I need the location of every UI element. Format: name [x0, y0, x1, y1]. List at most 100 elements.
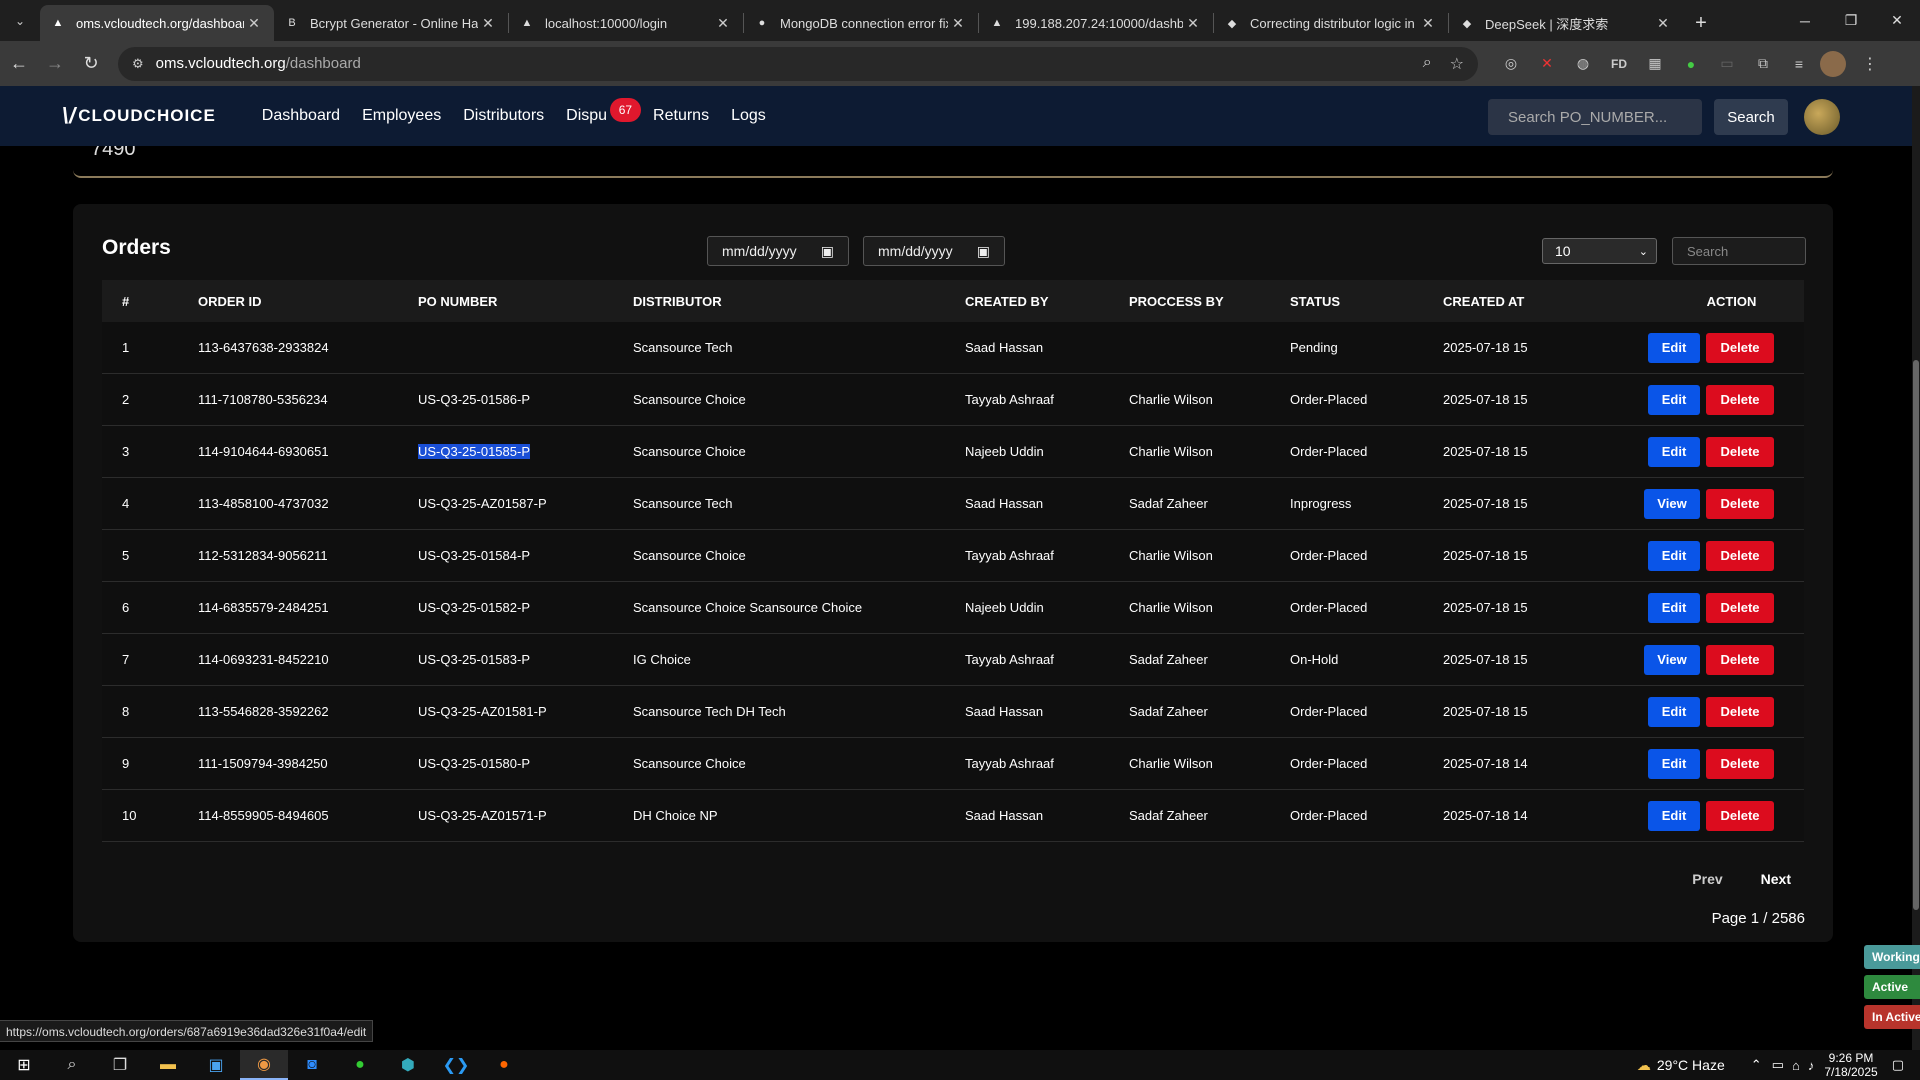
scrollbar-thumb[interactable]	[1913, 360, 1919, 910]
restore-icon[interactable]: ❐	[1828, 0, 1874, 41]
delete-button[interactable]: Delete	[1706, 592, 1774, 623]
nav-returns[interactable]: Returns	[653, 107, 709, 125]
browser-tab[interactable]: ◆ DeepSeek | 深度求索 ✕	[1449, 5, 1683, 41]
browser-tab[interactable]: ● MongoDB connection error fix ✕	[744, 5, 978, 41]
network-icon[interactable]: ⌂	[1792, 1058, 1800, 1073]
nav-employees[interactable]: Employees	[362, 107, 441, 125]
zoom-app-icon[interactable]: ◙	[288, 1050, 336, 1080]
reload-icon[interactable]: ↻	[74, 47, 108, 81]
edit-button[interactable]: Edit	[1648, 592, 1700, 623]
notifications-icon[interactable]: ▢	[1892, 1057, 1904, 1073]
calendar-icon[interactable]: ▣	[977, 243, 990, 260]
browser-tab[interactable]: ▲ 199.188.207.24:10000/dashboard✕	[979, 5, 1213, 41]
extension-image-icon[interactable]: ▦	[1644, 53, 1666, 75]
po-search-input[interactable]	[1488, 99, 1702, 135]
volume-icon[interactable]: ♪	[1808, 1058, 1815, 1073]
chrome-icon[interactable]: ◉	[240, 1050, 288, 1080]
po-number-text[interactable]: US-Q3-25-01582-P	[418, 600, 530, 615]
delete-button[interactable]: Delete	[1706, 384, 1774, 415]
nav-disputes[interactable]: Dispu 67	[566, 98, 642, 125]
extension-x-icon[interactable]: ✕	[1536, 53, 1558, 75]
delete-button[interactable]: Delete	[1706, 332, 1774, 363]
edit-button[interactable]: Edit	[1648, 332, 1700, 363]
delete-button[interactable]: Delete	[1706, 800, 1774, 831]
weather-widget[interactable]: ☁ 29°C Haze	[1637, 1057, 1725, 1074]
close-window-icon[interactable]: ✕	[1874, 0, 1920, 41]
calendar-icon[interactable]: ▣	[821, 243, 834, 260]
edit-button[interactable]: Edit	[1648, 540, 1700, 571]
po-number-text[interactable]: US-Q3-25-01580-P	[418, 756, 530, 771]
po-number-text[interactable]: US-Q3-25-AZ01581-P	[418, 704, 547, 719]
tab-search-icon[interactable]: ⌄	[0, 0, 40, 41]
minimize-icon[interactable]: ─	[1782, 0, 1828, 41]
taskbar-search-icon[interactable]: ⌕	[48, 1050, 96, 1080]
task-view-icon[interactable]: ❐	[96, 1050, 144, 1080]
app-hex-icon[interactable]: ⬢	[384, 1050, 432, 1080]
bookmark-star-icon[interactable]: ☆	[1450, 54, 1464, 74]
site-info-icon[interactable]: ⚙	[132, 56, 144, 72]
battery-icon[interactable]: ▭	[1772, 1057, 1784, 1073]
view-button[interactable]: View	[1644, 488, 1700, 519]
next-page-button[interactable]: Next	[1746, 864, 1805, 894]
tab-close-icon[interactable]: ✕	[478, 15, 498, 32]
po-number-text[interactable]: US-Q3-25-01586-P	[418, 392, 530, 407]
po-number-text[interactable]: US-Q3-25-AZ01571-P	[418, 808, 547, 823]
status-legend-badge[interactable]: Working	[1864, 945, 1920, 969]
tab-close-icon[interactable]: ✕	[713, 15, 733, 32]
forward-icon[interactable]: →	[38, 47, 72, 81]
nav-logs[interactable]: Logs	[731, 107, 766, 125]
delete-button[interactable]: Delete	[1706, 748, 1774, 779]
po-number-text[interactable]: US-Q3-25-01584-P	[418, 548, 530, 563]
edit-button[interactable]: Edit	[1648, 800, 1700, 831]
browser-menu-icon[interactable]: ⋮	[1862, 54, 1878, 74]
extension-globe-icon[interactable]: ◍	[1572, 53, 1594, 75]
delete-button[interactable]: Delete	[1706, 436, 1774, 467]
tray-chevron-icon[interactable]: ⌃	[1751, 1057, 1762, 1073]
tab-close-icon[interactable]: ✕	[244, 15, 264, 32]
delete-button[interactable]: Delete	[1706, 644, 1774, 675]
tab-close-icon[interactable]: ✕	[1183, 15, 1203, 32]
store-icon[interactable]: ▣	[192, 1050, 240, 1080]
vscode-icon[interactable]: ❮❯	[432, 1050, 480, 1080]
delete-button[interactable]: Delete	[1706, 696, 1774, 727]
extension-green-icon[interactable]: ●	[1680, 53, 1702, 75]
browser-tab[interactable]: ▲ oms.vcloudtech.org/dashboard ✕	[40, 5, 274, 41]
new-tab-button[interactable]: +	[1683, 5, 1719, 41]
edit-button[interactable]: Edit	[1648, 436, 1700, 467]
status-legend-badge[interactable]: Active	[1864, 975, 1920, 999]
media-control-icon[interactable]: ≡	[1788, 53, 1810, 75]
extensions-puzzle-icon[interactable]: ⧉	[1752, 53, 1774, 75]
view-button[interactable]: View	[1644, 644, 1700, 675]
tab-close-icon[interactable]: ✕	[1418, 15, 1438, 32]
browser-tab[interactable]: ◆ Correcting distributor logic in ✕	[1214, 5, 1448, 41]
delete-button[interactable]: Delete	[1706, 488, 1774, 519]
delete-button[interactable]: Delete	[1706, 540, 1774, 571]
edit-button[interactable]: Edit	[1648, 384, 1700, 415]
file-explorer-icon[interactable]: ▬	[144, 1050, 192, 1080]
extension-glasses-icon[interactable]: ◎	[1500, 53, 1522, 75]
edit-button[interactable]: Edit	[1648, 696, 1700, 727]
back-icon[interactable]: ←	[2, 47, 36, 81]
address-bar[interactable]: ⚙ oms.vcloudtech.org/dashboard ⌕ ☆	[118, 46, 1478, 81]
po-number-text[interactable]: US-Q3-25-AZ01587-P	[418, 496, 547, 511]
status-legend-badge[interactable]: In Active	[1864, 1005, 1920, 1029]
po-number-text[interactable]: US-Q3-25-01583-P	[418, 652, 530, 667]
browser-tab[interactable]: ▲ localhost:10000/login ✕	[509, 5, 743, 41]
extension-fd-icon[interactable]: FD	[1608, 53, 1630, 75]
orders-search-input[interactable]	[1672, 237, 1806, 265]
po-search-button[interactable]: Search	[1714, 99, 1788, 135]
prev-page-button[interactable]: Prev	[1678, 864, 1737, 894]
postman-icon[interactable]: ●	[480, 1050, 528, 1080]
zoom-icon[interactable]: ⌕	[1423, 54, 1432, 74]
browser-profile-avatar[interactable]	[1820, 50, 1846, 77]
tab-close-icon[interactable]: ✕	[1653, 15, 1673, 32]
date-from-input[interactable]: mm/dd/yyyy ▣	[707, 236, 849, 266]
taskbar-clock[interactable]: 9:26 PM 7/18/2025	[1824, 1051, 1877, 1079]
browser-tab[interactable]: B Bcrypt Generator - Online Hash ✕	[274, 5, 508, 41]
nav-distributors[interactable]: Distributors	[463, 107, 544, 125]
page-size-select[interactable]: 10 ⌄	[1542, 238, 1657, 264]
tab-close-icon[interactable]: ✕	[948, 15, 968, 32]
date-to-input[interactable]: mm/dd/yyyy ▣	[863, 236, 1005, 266]
po-number-text[interactable]: US-Q3-25-01585-P	[418, 444, 530, 459]
edit-button[interactable]: Edit	[1648, 748, 1700, 779]
